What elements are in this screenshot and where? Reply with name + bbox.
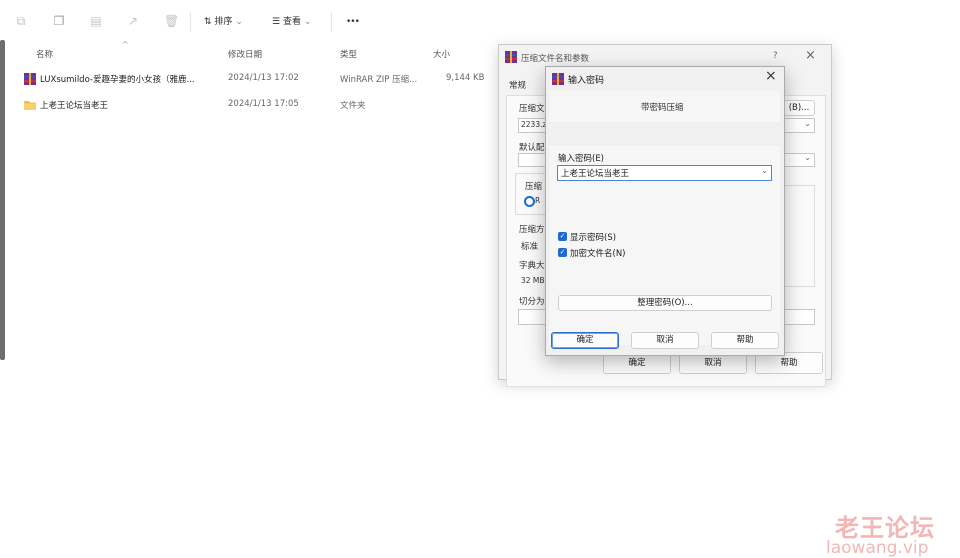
format-label: 压缩 — [525, 182, 543, 192]
winrar-icon — [505, 51, 517, 63]
archive-name-field[interactable]: 2233.z — [518, 118, 548, 133]
password-label: 输入密码(E) — [558, 154, 605, 164]
browse-button[interactable]: (B)... — [783, 100, 815, 116]
password-value: 上老王论坛当老王 — [561, 169, 630, 179]
cancel-button[interactable]: 取消 — [631, 332, 699, 349]
list-item[interactable]: 上老王论坛当老王 2024/1/13 17:05 文件夹 — [24, 98, 494, 114]
sort-up-icon: ^ — [122, 40, 129, 49]
chevron-down-icon: ⌄ — [761, 166, 768, 175]
view-button[interactable]: ☰ 查看 ⌄ — [272, 12, 311, 32]
method-value[interactable]: 标准 — [521, 240, 538, 252]
back-ok-label: 确定 — [628, 358, 646, 368]
chevron-down-icon: ⌄ — [804, 153, 811, 162]
view-icon: ☰ — [272, 17, 281, 27]
help-label: 帮助 — [736, 335, 754, 345]
default-profile-label: 默认配 — [519, 143, 545, 153]
file-type: WinRAR ZIP 压缩... — [340, 75, 418, 85]
chevron-down-icon: ⌄ — [303, 17, 312, 27]
ok-label: 确定 — [576, 335, 594, 345]
ok-button[interactable]: 确定 — [551, 332, 619, 349]
password-input[interactable]: 上老王论坛当老王 ⌄ — [557, 165, 772, 181]
close-icon[interactable]: × — [765, 68, 777, 84]
password-dialog-title: 输入密码 — [568, 76, 605, 86]
explorer-toolbar: ⧉ ❐ ▤ ↗ 🗑 ⇅ 排序 ⌄ ☰ 查看 ⌄ ••• — [0, 0, 960, 46]
browse-label: (B)... — [788, 103, 810, 113]
organize-passwords-button[interactable]: 整理密码(O)... — [558, 295, 772, 311]
password-heading: 带密码压缩 — [641, 103, 684, 113]
help-button[interactable]: 帮助 — [711, 332, 779, 349]
dialog-title: 压缩文件名和参数 — [521, 54, 590, 64]
view-label: 查看 — [282, 17, 301, 27]
sort-label: 排序 — [214, 17, 233, 27]
show-password-label: 显示密码(S) — [570, 233, 617, 243]
encrypt-names-label: 加密文件名(N) — [570, 249, 626, 259]
password-dialog: 输入密码 × 带密码压缩 输入密码(E) 上老王论坛当老王 ⌄ ✓ 显示密码(S… — [545, 66, 785, 356]
folder-icon — [24, 101, 36, 110]
file-size: 9,144 KB — [446, 73, 485, 83]
split-field-right[interactable] — [783, 309, 815, 325]
column-header-size[interactable]: 大小 — [433, 48, 450, 60]
format-radio[interactable] — [524, 196, 535, 207]
toolbar-divider — [331, 12, 332, 32]
file-modified: 2024/1/13 17:02 — [228, 73, 299, 83]
help-icon[interactable]: ? — [773, 51, 778, 61]
organize-label: 整理密码(O)... — [637, 298, 693, 308]
winrar-archive-icon — [24, 73, 36, 85]
profile-dropdown-right[interactable]: ⌄ — [783, 153, 815, 167]
copy-icon[interactable]: ❐ — [52, 14, 66, 28]
archive-name-value: 2233.z — [521, 120, 547, 129]
file-name: 上老王论坛当老王 — [40, 101, 109, 111]
split-label: 切分为 — [519, 297, 545, 307]
list-item[interactable]: LUXsumildo-爱趣孕妻的小女孩（雅鹿... 2024/1/13 17:0… — [24, 72, 494, 88]
checkbox-checked-icon: ✓ — [558, 248, 567, 257]
archive-name-dropdown[interactable]: ⌄ — [783, 118, 815, 133]
winrar-icon — [552, 73, 564, 85]
dict-value[interactable]: 32 MB — [521, 276, 545, 285]
paste-icon[interactable]: ▤ — [89, 14, 103, 28]
method-label: 压缩方 — [519, 225, 545, 235]
column-header-modified[interactable]: 修改日期 — [228, 48, 262, 60]
profile-dropdown[interactable] — [518, 153, 548, 167]
back-cancel-label: 取消 — [704, 358, 722, 368]
format-radio-label: R — [535, 196, 541, 205]
chevron-down-icon: ⌄ — [235, 17, 243, 27]
share-icon[interactable]: ↗ — [126, 14, 140, 28]
split-field[interactable] — [518, 309, 548, 325]
close-icon[interactable]: × — [805, 48, 816, 63]
column-header-name[interactable]: 名称 — [36, 48, 53, 60]
file-type: 文件夹 — [340, 101, 366, 111]
dict-label: 字典大 — [519, 261, 545, 271]
watermark-url: laowang.vip — [826, 538, 929, 558]
options-groupbox — [783, 185, 815, 287]
back-help-label: 帮助 — [780, 358, 798, 368]
toolbar-divider — [190, 12, 191, 32]
file-modified: 2024/1/13 17:05 — [228, 99, 299, 109]
scrollbar[interactable] — [0, 40, 5, 360]
file-name: LUXsumildo-爱趣孕妻的小女孩（雅鹿... — [40, 75, 195, 85]
column-header-type[interactable]: 类型 — [340, 48, 357, 60]
cancel-label: 取消 — [656, 335, 674, 345]
tab-general[interactable]: 常规 — [509, 79, 526, 91]
sort-icon: ⇅ — [204, 17, 212, 27]
delete-icon[interactable]: 🗑 — [164, 14, 179, 28]
new-item-icon[interactable]: ⧉ — [14, 14, 28, 28]
chevron-down-icon: ⌄ — [804, 119, 811, 128]
archive-name-label: 压缩文 — [519, 104, 545, 114]
checkbox-checked-icon: ✓ — [558, 232, 567, 241]
more-options-button[interactable]: ••• — [346, 12, 360, 32]
heading-band — [549, 122, 780, 146]
sort-button[interactable]: ⇅ 排序 ⌄ — [204, 12, 243, 32]
